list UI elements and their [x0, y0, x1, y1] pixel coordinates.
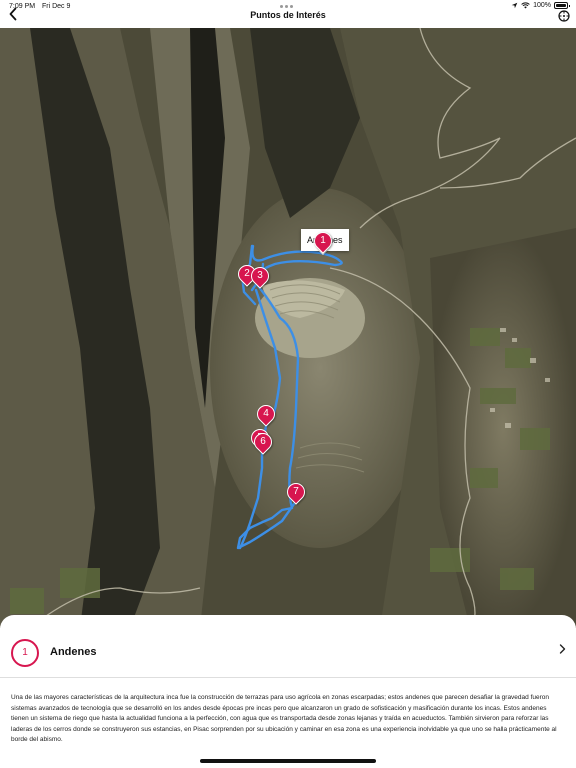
divider [0, 677, 576, 678]
poi-number-badge: 1 [11, 639, 39, 667]
compass-icon [558, 10, 570, 22]
map-pin-4[interactable]: 4 [253, 401, 279, 427]
poi-header-row[interactable]: 1 Andenes [0, 615, 576, 677]
map-pin-6[interactable]: 6 [250, 429, 276, 455]
map-pin-7[interactable]: 7 [283, 479, 309, 505]
detail-sheet: 1 Andenes Una de las mayores característ… [0, 615, 576, 768]
map-pin-label: 3 [257, 270, 263, 281]
nav-bar: Puntos de Interés [0, 0, 576, 28]
home-indicator[interactable] [200, 759, 376, 763]
map-terrain [0, 28, 576, 628]
map-pin-label: 4 [263, 408, 269, 419]
page-title: Puntos de Interés [250, 10, 326, 20]
satellite-map[interactable]: Andenes 1 2 3 4 5 6 7 [0, 28, 576, 628]
compass-button[interactable] [558, 9, 570, 22]
poi-title: Andenes [50, 646, 97, 658]
map-pin-label: 6 [260, 436, 266, 447]
map-pin-1[interactable]: 1 [310, 228, 336, 254]
chevron-right-icon[interactable] [559, 643, 566, 657]
map-pin-label: 7 [293, 486, 299, 497]
map-pin-label: 1 [320, 235, 326, 246]
map-pin-3[interactable]: 3 [247, 263, 273, 289]
poi-description: Una de las mayores características de la… [11, 694, 557, 744]
